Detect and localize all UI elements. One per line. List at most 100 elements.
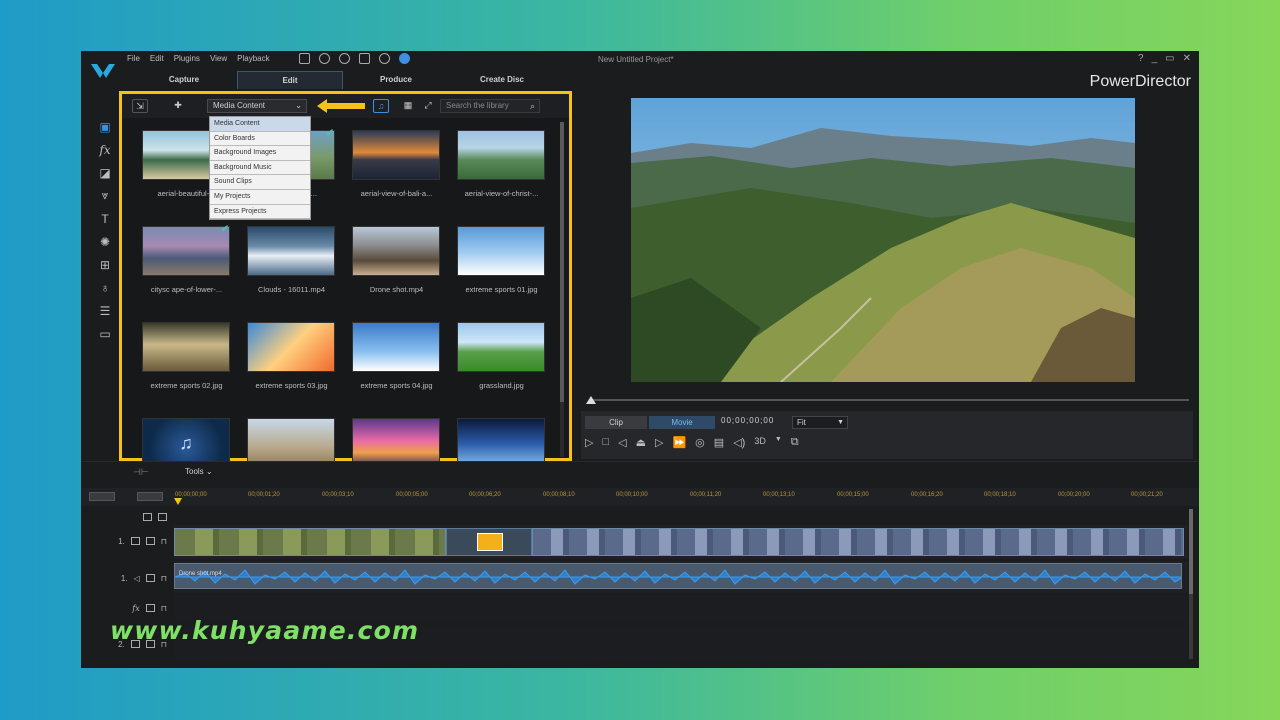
scrollbar-thumb[interactable]: [1189, 509, 1193, 594]
title-icon[interactable]: T: [98, 211, 113, 226]
dropdown-option-color-boards[interactable]: Color Boards: [210, 132, 310, 147]
stop-icon[interactable]: □: [602, 436, 609, 449]
tab-create-disc[interactable]: Create Disc: [449, 71, 555, 89]
fit-timeline-button[interactable]: [137, 492, 163, 501]
media-item[interactable]: Drone shot.mp4: [352, 226, 441, 314]
menu-view[interactable]: View: [210, 54, 227, 63]
lock-icon[interactable]: ⊓: [161, 604, 167, 613]
scrubber-handle[interactable]: [586, 396, 596, 404]
minimize-icon[interactable]: _: [1152, 53, 1158, 64]
fx-icon[interactable]: fx: [98, 142, 113, 157]
menu-edit[interactable]: Edit: [150, 54, 164, 63]
dropdown-option-background-music[interactable]: Background Music: [210, 161, 310, 176]
video-clip[interactable]: [174, 528, 446, 556]
music-filter-icon[interactable]: ♫: [373, 99, 389, 113]
dropdown-option-background-images[interactable]: Background Images: [210, 146, 310, 161]
restore-icon[interactable]: ▭: [1165, 53, 1174, 64]
search-placeholder: Search the library: [446, 101, 509, 110]
track-enable-checkbox[interactable]: [145, 537, 155, 545]
library-scrollbar[interactable]: [560, 122, 564, 457]
track-enable-checkbox[interactable]: [158, 513, 167, 521]
dropdown-option-express-projects[interactable]: Express Projects: [210, 205, 310, 220]
chapter-icon[interactable]: ⊞: [98, 257, 113, 272]
undock-preview-icon[interactable]: ⧉: [791, 436, 799, 449]
media-item[interactable]: Clouds - 16011.mp4: [247, 226, 336, 314]
tab-edit[interactable]: Edit: [237, 71, 343, 89]
menu-plugins[interactable]: Plugins: [174, 54, 200, 63]
media-item[interactable]: extreme sports 02.jpg: [142, 322, 231, 410]
zoom-fit-select[interactable]: Fit ▼: [792, 416, 848, 429]
particle-icon[interactable]: ✺: [98, 234, 113, 249]
dropdown-option-my-projects[interactable]: My Projects: [210, 190, 310, 205]
track-visibility-icon[interactable]: [143, 513, 152, 521]
save-icon[interactable]: [299, 53, 310, 64]
media-item[interactable]: extreme sports 01.jpg: [457, 226, 546, 314]
track-manager-button[interactable]: [89, 492, 115, 501]
split-icon[interactable]: ⏏: [636, 436, 646, 449]
settings-icon[interactable]: [379, 53, 390, 64]
tab-capture[interactable]: Capture: [131, 71, 237, 89]
preview-scrubber-track[interactable]: [589, 399, 1189, 401]
media-item[interactable]: ✔ citysc ape-of-lower-...: [142, 224, 231, 314]
media-room-icon[interactable]: ▣: [98, 119, 113, 134]
content-filter-select[interactable]: Media Content ⌄: [207, 99, 307, 113]
movie-mode-button[interactable]: Movie: [649, 416, 715, 429]
subtitle-icon[interactable]: ☰: [98, 303, 113, 318]
playhead-icon[interactable]: [174, 498, 182, 505]
search-icon[interactable]: ⌕: [530, 100, 535, 112]
library-search-input[interactable]: Search the library ⌕: [440, 99, 540, 113]
media-item[interactable]: aerial-view-of-bali-a...: [352, 130, 441, 218]
voice-icon[interactable]: ♁: [98, 280, 113, 295]
help-icon[interactable]: ?: [1138, 53, 1144, 64]
dropdown-option-media-content[interactable]: Media Content: [210, 117, 310, 132]
clip-mode-button[interactable]: Clip: [585, 416, 647, 429]
audio-track-1[interactable]: Drone shot.mp4: [174, 561, 1188, 593]
import-media-icon[interactable]: ⇲: [132, 99, 148, 113]
lock-icon[interactable]: ⊓: [161, 574, 167, 583]
view-mode-icon[interactable]: ▦: [400, 99, 416, 113]
lock-icon[interactable]: ⊓: [161, 537, 167, 546]
close-icon[interactable]: ✕: [1183, 53, 1191, 64]
storyboard-icon[interactable]: ⊣⊢: [133, 467, 149, 478]
subtitle-toggle-icon[interactable]: ▤: [714, 436, 724, 449]
timeline-ruler[interactable]: 00;00;00;00 00;00;01;20 00;00;03;10 00;0…: [81, 488, 1199, 506]
track-enable-checkbox[interactable]: [145, 574, 155, 582]
redo-icon[interactable]: [339, 53, 350, 64]
timeline-vertical-scrollbar[interactable]: [1189, 509, 1193, 659]
scrollbar-thumb[interactable]: [560, 122, 564, 402]
3d-mode-button[interactable]: 3D: [754, 436, 766, 449]
mode-tabs: Capture Edit Produce Create Disc: [131, 71, 555, 89]
media-item[interactable]: extreme sports 04.jpg: [352, 322, 441, 410]
tools-menu[interactable]: Tools ⌄: [185, 467, 213, 476]
dropdown-option-sound-clips[interactable]: Sound Clips: [210, 175, 310, 190]
video-clip[interactable]: [532, 528, 1184, 556]
next-frame-icon[interactable]: ▷: [655, 436, 663, 449]
transition-icon[interactable]: ⩔: [98, 188, 113, 203]
video-track-1[interactable]: [174, 525, 1188, 559]
undo-icon[interactable]: [319, 53, 330, 64]
track-enable-checkbox[interactable]: [145, 604, 155, 612]
previous-frame-icon[interactable]: ◁: [618, 436, 626, 449]
media-item[interactable]: extreme sports 03.jpg: [247, 322, 336, 410]
aspect-ratio-icon[interactable]: [359, 53, 370, 64]
tab-produce[interactable]: Produce: [343, 71, 449, 89]
expand-icon[interactable]: ⤢: [420, 99, 436, 113]
media-item[interactable]: aerial-view-of-christ-...: [457, 130, 546, 218]
plugins-icon[interactable]: ✚: [170, 99, 186, 113]
menu-file[interactable]: File: [127, 54, 140, 63]
chevron-down-icon[interactable]: ▼: [775, 436, 782, 449]
audio-clip[interactable]: Drone shot.mp4: [174, 563, 1182, 589]
timecode-display[interactable]: 00;00;00;00: [721, 416, 774, 425]
title-clip-icon[interactable]: [477, 533, 503, 551]
audio-mix-icon[interactable]: ▭: [98, 326, 113, 341]
media-thumbnail: [247, 322, 335, 372]
title-clip-gap[interactable]: [446, 528, 532, 556]
pip-icon[interactable]: ◪: [98, 165, 113, 180]
play-icon[interactable]: ▷: [585, 436, 593, 449]
media-item[interactable]: grassland.jpg: [457, 322, 546, 410]
fast-forward-icon[interactable]: ⏩: [672, 436, 686, 449]
menu-playback[interactable]: Playback: [237, 54, 269, 63]
snapshot-icon[interactable]: ◎: [695, 436, 705, 449]
volume-icon[interactable]: ◁): [733, 436, 745, 449]
upgrade-icon[interactable]: [399, 53, 410, 64]
